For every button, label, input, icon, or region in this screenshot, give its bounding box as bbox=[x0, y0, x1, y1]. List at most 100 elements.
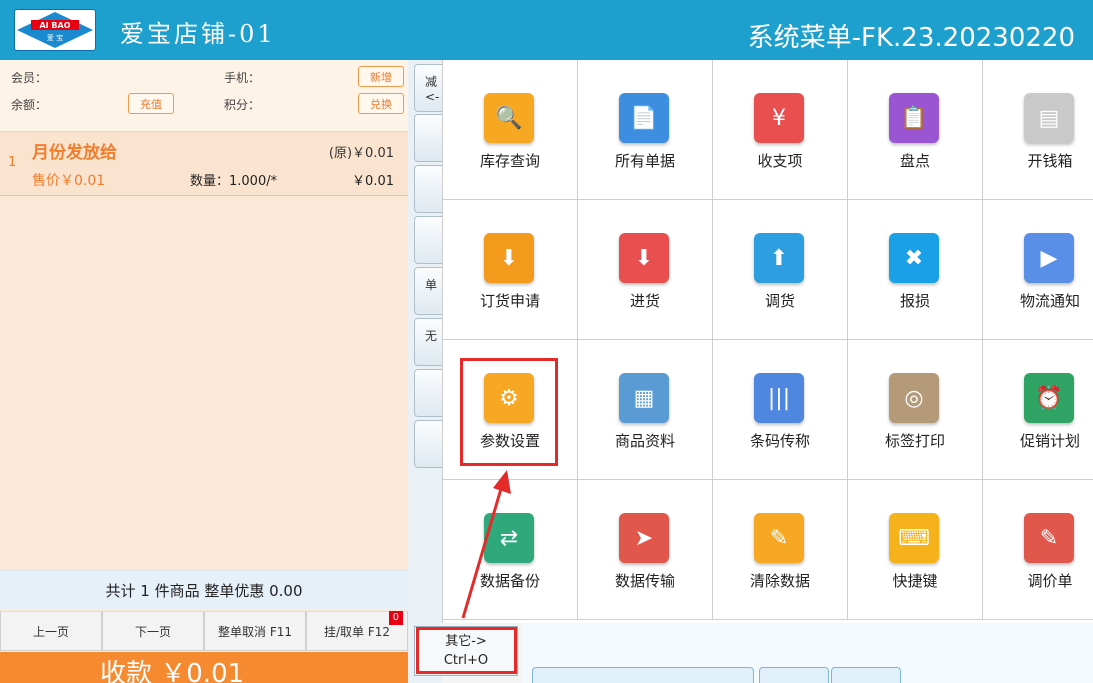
item-index: 1 bbox=[8, 155, 17, 170]
bottom-toolbar bbox=[522, 623, 1093, 683]
mid-button-5-label: 单 bbox=[425, 278, 438, 292]
item-total: ￥0.01 bbox=[352, 174, 394, 189]
bottom-button-2[interactable] bbox=[831, 667, 901, 683]
member-label: 会员： bbox=[11, 71, 48, 85]
other-button-shortcut: Ctrl+O bbox=[443, 653, 489, 668]
cancel-order-button[interactable]: 整单取消 F11 bbox=[204, 611, 306, 651]
menu-item-label: 商品资料 bbox=[614, 432, 675, 450]
prev-page-button[interactable]: 上一页 bbox=[0, 611, 102, 651]
damage-report-icon: ✖ bbox=[889, 233, 939, 283]
data-transfer-icon: ➤ bbox=[619, 513, 669, 563]
logistics-icon: ▶ bbox=[1024, 233, 1074, 283]
menu-item-damage-report[interactable]: ✖ 报损 bbox=[848, 200, 983, 340]
menu-item-purchase[interactable]: ⬇ 进货 bbox=[578, 200, 713, 340]
order-nav-buttons: 上一页 下一页 整单取消 F11 挂/取单 F12 0 bbox=[0, 611, 408, 651]
menu-item-label: 参数设置 bbox=[479, 432, 540, 450]
menu-item-label: 数据备份 bbox=[479, 572, 540, 590]
menu-item-label: 库存查询 bbox=[479, 152, 540, 170]
menu-item-label: 盘点 bbox=[899, 152, 930, 170]
inventory-query-icon: 🔍 bbox=[484, 93, 534, 143]
item-original-price: (原)￥0.01 bbox=[328, 146, 394, 161]
price-adjust-icon: ✎ bbox=[1024, 513, 1074, 563]
stocktake-icon: 📋 bbox=[889, 93, 939, 143]
exchange-button[interactable]: 兑换 bbox=[358, 93, 404, 114]
points-label: 积分： bbox=[224, 98, 261, 112]
item-quantity: 数量：1.000/* bbox=[190, 174, 278, 189]
menu-item-label: 订货申请 bbox=[479, 292, 540, 310]
menu-item-label: 促销计划 bbox=[1019, 432, 1080, 450]
promotion-clock-icon: ⏰ bbox=[1024, 373, 1074, 423]
menu-item-label: 收支项 bbox=[757, 152, 803, 170]
hold-order-button[interactable]: 挂/取单 F12 0 bbox=[306, 611, 408, 651]
menu-item-cash-drawer[interactable]: ▤ 开钱箱 bbox=[983, 60, 1093, 200]
next-page-button[interactable]: 下一页 bbox=[102, 611, 204, 651]
menu-item-label: 调价单 bbox=[1027, 572, 1073, 590]
menu-item-broom[interactable]: ✎ 清除数据 bbox=[713, 480, 848, 620]
menu-item-data-backup[interactable]: ⇄ 数据备份 bbox=[443, 480, 578, 620]
menu-item-logistics[interactable]: ▶ 物流通知 bbox=[983, 200, 1093, 340]
income-expense-icon: ¥ bbox=[754, 93, 804, 143]
menu-item-stocktake[interactable]: 📋 盘点 bbox=[848, 60, 983, 200]
broom-icon: ✎ bbox=[754, 513, 804, 563]
documents-icon: 📄 bbox=[619, 93, 669, 143]
menu-item-promotion-clock[interactable]: ⏰ 促销计划 bbox=[983, 340, 1093, 480]
mid-button-1-sub: <- bbox=[425, 90, 440, 104]
menu-item-label: 快捷键 bbox=[892, 572, 938, 590]
bottom-button-1[interactable] bbox=[759, 667, 829, 683]
menu-item-order-request[interactable]: ⬇ 订货申请 bbox=[443, 200, 578, 340]
product-info-icon: ▦ bbox=[619, 373, 669, 423]
menu-item-product-info[interactable]: ▦ 商品资料 bbox=[578, 340, 713, 480]
order-summary: 共计 1 件商品 整单优惠 0.00 bbox=[0, 570, 408, 610]
cart-item-row[interactable]: 1 月份发放给 (原)￥0.01 售价￥0.01 数量：1.000/* ￥0.0… bbox=[0, 132, 408, 196]
system-menu-grid: 🔍 库存查询 📄 所有单据 ¥ 收支项 📋 盘点 ▤ 开钱箱 ⬇ 订货申请 ⬇ 进货 ⬆ 调货 ✖ 报损 ▶ 物流通知… bbox=[442, 60, 1093, 623]
menu-item-documents[interactable]: 📄 所有单据 bbox=[578, 60, 713, 200]
menu-item-data-transfer[interactable]: ➤ 数据传输 bbox=[578, 480, 713, 620]
menu-item-label: 进货 bbox=[629, 292, 660, 310]
menu-item-label: 条码传称 bbox=[749, 432, 810, 450]
order-panel: 会员： 手机： 新增 余额： 充值 积分： 兑换 1 月份发放给 (原)￥0.0… bbox=[0, 60, 408, 683]
menu-item-label: 清除数据 bbox=[749, 572, 810, 590]
member-info: 会员： 手机： 新增 余额： 充值 积分： 兑换 bbox=[0, 60, 408, 132]
menu-item-keyboard[interactable]: ⌨ 快捷键 bbox=[848, 480, 983, 620]
logo-text-bottom: 爱 宝 bbox=[47, 33, 63, 42]
menu-item-label: 数据传输 bbox=[614, 572, 675, 590]
menu-item-barcode-scale[interactable]: ||| 条码传称 bbox=[713, 340, 848, 480]
cash-drawer-icon: ▤ bbox=[1024, 93, 1074, 143]
header-bar: AI BAO 爱 宝 爱宝店铺-01 系统菜单-FK.23.20230220 bbox=[0, 0, 1093, 60]
pay-button[interactable]: 收款 ￥0.01 bbox=[0, 652, 408, 683]
menu-item-inventory-query[interactable]: 🔍 库存查询 bbox=[443, 60, 578, 200]
data-backup-icon: ⇄ bbox=[484, 513, 534, 563]
menu-item-label: 所有单据 bbox=[614, 152, 675, 170]
phone-label: 手机： bbox=[224, 71, 261, 85]
balance-label: 余额： bbox=[11, 98, 48, 112]
menu-item-label: 开钱箱 bbox=[1027, 152, 1073, 170]
function-strip: 减 <- 单 无 bbox=[408, 60, 450, 683]
keyboard-icon: ⌨ bbox=[889, 513, 939, 563]
barcode-scale-icon: ||| bbox=[754, 373, 804, 423]
mid-button-1-label: 减 bbox=[425, 75, 438, 89]
mid-button-6-label: 无 bbox=[425, 329, 438, 343]
settings-gears-icon: ⚙ bbox=[484, 373, 534, 423]
recharge-button[interactable]: 充值 bbox=[128, 93, 174, 114]
menu-item-transfer[interactable]: ⬆ 调货 bbox=[713, 200, 848, 340]
system-menu-title: 系统菜单-FK.23.20230220 bbox=[747, 23, 1075, 53]
other-ctrl-o-button[interactable]: 其它-> Ctrl+O bbox=[414, 626, 518, 676]
menu-item-label: 标签打印 bbox=[884, 432, 945, 450]
menu-item-settings-gears[interactable]: ⚙ 参数设置 bbox=[443, 340, 578, 480]
hold-count-badge: 0 bbox=[388, 611, 403, 625]
order-request-icon: ⬇ bbox=[484, 233, 534, 283]
store-name: 爱宝店铺-01 bbox=[120, 20, 276, 48]
menu-item-price-adjust[interactable]: ✎ 调价单 bbox=[983, 480, 1093, 620]
aibao-logo: AI BAO 爱 宝 bbox=[14, 9, 96, 51]
hold-order-label: 挂/取单 F12 bbox=[323, 624, 391, 639]
transfer-icon: ⬆ bbox=[754, 233, 804, 283]
label-print-icon: ◎ bbox=[889, 373, 939, 423]
pos-app: AI BAO 爱 宝 爱宝店铺-01 系统菜单-FK.23.20230220 会… bbox=[0, 0, 1093, 683]
menu-item-label-print[interactable]: ◎ 标签打印 bbox=[848, 340, 983, 480]
other-button-label: 其它-> bbox=[445, 634, 487, 649]
menu-item-income-expense[interactable]: ¥ 收支项 bbox=[713, 60, 848, 200]
logo-text-top: AI BAO bbox=[39, 21, 70, 30]
item-sale-price: 售价￥0.01 bbox=[32, 173, 106, 189]
new-member-button[interactable]: 新增 bbox=[358, 66, 404, 87]
bottom-field[interactable] bbox=[532, 667, 754, 683]
